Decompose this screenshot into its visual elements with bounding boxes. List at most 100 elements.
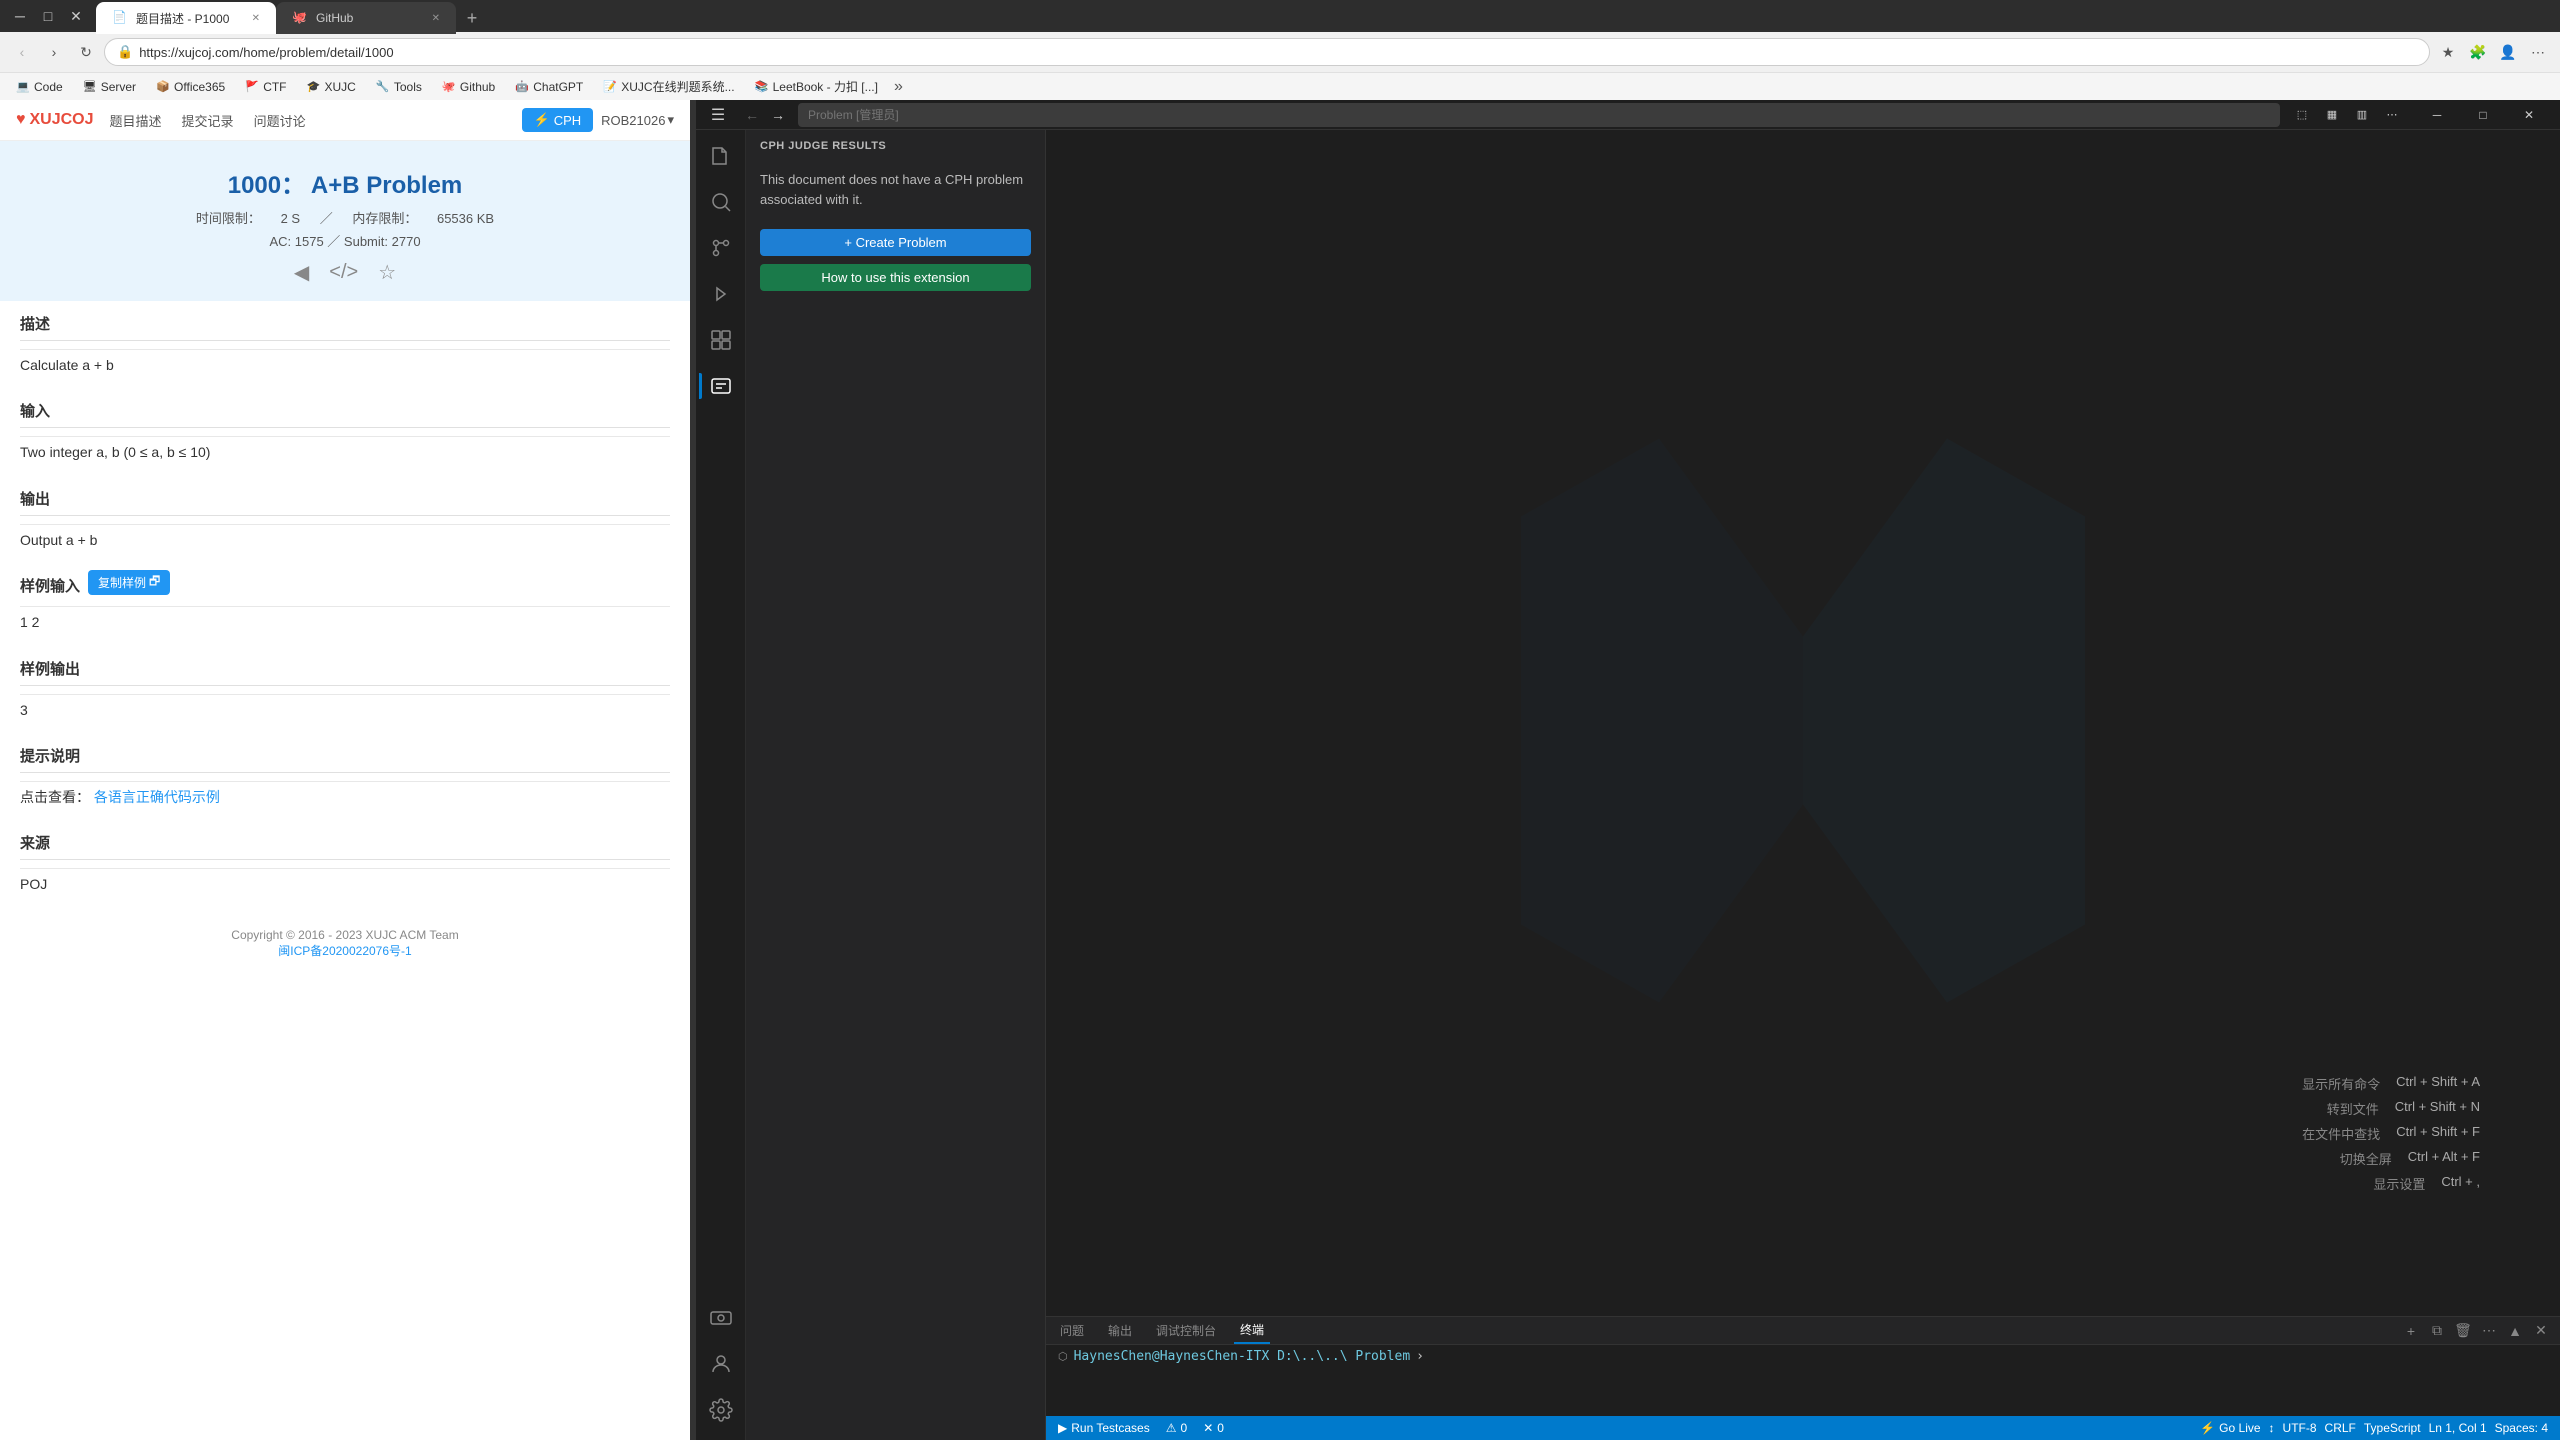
terminal-tab-debug[interactable]: 调试控制台	[1150, 1318, 1222, 1343]
status-errors[interactable]: ✕ 0	[1199, 1416, 1228, 1440]
status-warnings[interactable]: ⚠ 0	[1162, 1416, 1191, 1440]
vscode-minimize-btn[interactable]: ─	[2414, 100, 2460, 130]
status-spaces[interactable]: Spaces: 4	[2491, 1416, 2552, 1440]
nav-problem-desc[interactable]: 题目描述	[110, 111, 162, 130]
vscode-titlebar: ☰ ← → ⬚ ▦ ▥ ⋯ ─ □ ✕	[696, 100, 2560, 130]
vscode-more-btn[interactable]: ⋯	[2378, 103, 2406, 127]
github-tab-close[interactable]: ✕	[432, 13, 440, 24]
tab-close-icon[interactable]: ✕	[252, 13, 260, 24]
activity-accounts[interactable]	[699, 1342, 743, 1386]
bookmarks-more-icon[interactable]: »	[894, 78, 903, 96]
activity-search[interactable]	[699, 180, 743, 224]
main-area: ♥ XUJCOJ 题目描述 提交记录 问题讨论 ⚡ CPH ROB21026 ▾	[0, 100, 2560, 1440]
nav-submissions[interactable]: 提交记录	[182, 111, 234, 130]
bookmark-code[interactable]: 💻 Code	[8, 76, 71, 98]
bookmark-xujc-oj-icon: 📝	[603, 80, 617, 94]
status-right: ⚡ Go Live ↕ UTF-8 CRLF TypeScript Ln 1, …	[2196, 1416, 2552, 1440]
nav-discussion[interactable]: 问题讨论	[254, 111, 306, 130]
bookmark-code-icon: 💻	[16, 80, 30, 94]
terminal-body[interactable]: ⬡ HaynesChen@HaynesChen-ITX D:\..\..\ Pr…	[1046, 1345, 2560, 1368]
new-terminal-btn[interactable]: +	[2400, 1320, 2422, 1342]
error-count: 0	[1217, 1421, 1224, 1435]
bookmark-chatgpt[interactable]: 🤖 ChatGPT	[507, 76, 591, 98]
vscode-panel: ☰ ← → ⬚ ▦ ▥ ⋯ ─ □ ✕	[696, 100, 2560, 1440]
vscode-back-btn[interactable]: ←	[740, 103, 764, 127]
refresh-btn[interactable]: ↻	[72, 38, 100, 66]
forward-btn[interactable]: ›	[40, 38, 68, 66]
github-tab-title: GitHub	[316, 11, 353, 25]
activity-git[interactable]	[699, 226, 743, 270]
status-language[interactable]: TypeScript	[2360, 1416, 2425, 1440]
kill-terminal-btn[interactable]: 🗑	[2452, 1320, 2474, 1342]
vscode-search-input[interactable]	[798, 103, 2280, 127]
bookmark-star-btn[interactable]: ★	[2434, 38, 2462, 66]
shortcut-label-3: 在文件中查找	[2302, 1124, 2380, 1143]
vscode-close-btn[interactable]: ✕	[2506, 100, 2552, 130]
shortcut-label-5: 显示设置	[2373, 1174, 2425, 1193]
profile-btn[interactable]: 👤	[2494, 38, 2522, 66]
close-terminal-btn[interactable]: ✕	[2530, 1320, 2552, 1342]
terminal-tab-output[interactable]: 输出	[1102, 1318, 1138, 1343]
icp-link[interactable]: 闽ICP备2020022076号-1	[278, 944, 411, 958]
bookmark-ctf[interactable]: 🚩 CTF	[237, 76, 294, 98]
user-dropdown[interactable]: ROB21026 ▾	[601, 112, 674, 128]
bookmark-server[interactable]: 🖥 Server	[75, 76, 144, 98]
bookmark-github[interactable]: 🐙 Github	[434, 76, 503, 98]
vscode-split-editor-btn[interactable]: ⬚	[2288, 103, 2316, 127]
cph-button[interactable]: ⚡ CPH	[522, 108, 594, 132]
browser-tab-active[interactable]: 📄 题目描述 - P1000 ✕	[96, 2, 276, 34]
bookmark-leetbook-label: LeetBook - 力扣 [...]	[773, 78, 878, 95]
terminal-tab-problems[interactable]: 问题	[1054, 1318, 1090, 1343]
activity-cph[interactable]	[699, 364, 743, 408]
cph-no-problem-msg: This document does not have a CPH proble…	[746, 158, 1045, 221]
bookmark-xujc[interactable]: 🎓 XUJC	[299, 76, 364, 98]
cph-howto-btn[interactable]: How to use this extension	[760, 264, 1031, 291]
vscode-layout2-btn[interactable]: ▥	[2348, 103, 2376, 127]
minimize-btn[interactable]: ─	[8, 4, 32, 28]
status-encoding[interactable]: UTF-8	[2279, 1416, 2321, 1440]
vscode-maximize-btn[interactable]: □	[2460, 100, 2506, 130]
activity-debug[interactable]	[699, 272, 743, 316]
vscode-menu-btn[interactable]: ☰	[704, 101, 732, 129]
cph-panel-title: CPH JUDGE RESULTS	[746, 130, 1045, 158]
more-terminal-btn[interactable]: ⋯	[2478, 1320, 2500, 1342]
bookmark-leetbook[interactable]: 📚 LeetBook - 力扣 [...]	[747, 76, 886, 98]
activity-settings[interactable]	[699, 1388, 743, 1432]
status-go-live[interactable]: ⚡ Go Live	[2196, 1416, 2264, 1440]
bookmark-office365[interactable]: 📦 Office365	[148, 76, 233, 98]
code-btn[interactable]: </>	[329, 260, 358, 285]
bookmark-tools[interactable]: 🔧 Tools	[368, 76, 430, 98]
status-line-ending[interactable]: CRLF	[2321, 1416, 2360, 1440]
extensions-btn[interactable]: 🧩	[2464, 38, 2492, 66]
browser-tab-github[interactable]: 🐙 GitHub ✕	[276, 2, 456, 34]
cph-panel: CPH JUDGE RESULTS This document does not…	[746, 130, 1046, 1440]
maximize-terminal-btn[interactable]: ▲	[2504, 1320, 2526, 1342]
time-limit-label: 时间限制：	[196, 211, 261, 226]
address-bar[interactable]: 🔒 https://xujcoj.com/home/problem/detail…	[104, 38, 2430, 66]
problem-title: 1000： A+B Problem	[16, 165, 674, 200]
output-header: 输出	[20, 476, 670, 516]
split-terminal-btn[interactable]: ⧉	[2426, 1320, 2448, 1342]
star-btn[interactable]: ☆	[378, 260, 396, 285]
copy-sample-btn[interactable]: 复制样例 🗗	[88, 570, 170, 595]
vscode-nav-btns: ← →	[740, 103, 790, 127]
status-sync[interactable]: ↕	[2265, 1416, 2279, 1440]
activity-files[interactable]	[699, 134, 743, 178]
settings-btn[interactable]: ⋯	[2524, 38, 2552, 66]
activity-remote[interactable]	[699, 1296, 743, 1340]
xujcoj-nav-right: ⚡ CPH ROB21026 ▾	[522, 108, 675, 132]
status-cursor-pos[interactable]: Ln 1, Col 1	[2425, 1416, 2491, 1440]
restore-btn[interactable]: □	[36, 4, 60, 28]
new-tab-btn[interactable]: +	[456, 2, 488, 34]
terminal-tab-terminal[interactable]: 终端	[1234, 1317, 1270, 1344]
share-btn[interactable]: ◀	[294, 260, 309, 285]
cph-create-btn[interactable]: + Create Problem	[760, 229, 1031, 256]
close-btn[interactable]: ✕	[64, 4, 88, 28]
bookmark-xujc-oj[interactable]: 📝 XUJC在线判题系统...	[595, 76, 742, 98]
vscode-forward-btn[interactable]: →	[766, 103, 790, 127]
status-run-testcases[interactable]: ▶ Run Testcases	[1054, 1416, 1154, 1440]
activity-extensions[interactable]	[699, 318, 743, 362]
vscode-layout-btn[interactable]: ▦	[2318, 103, 2346, 127]
hint-link[interactable]: 各语言正确代码示例	[94, 789, 220, 805]
back-btn[interactable]: ‹	[8, 38, 36, 66]
